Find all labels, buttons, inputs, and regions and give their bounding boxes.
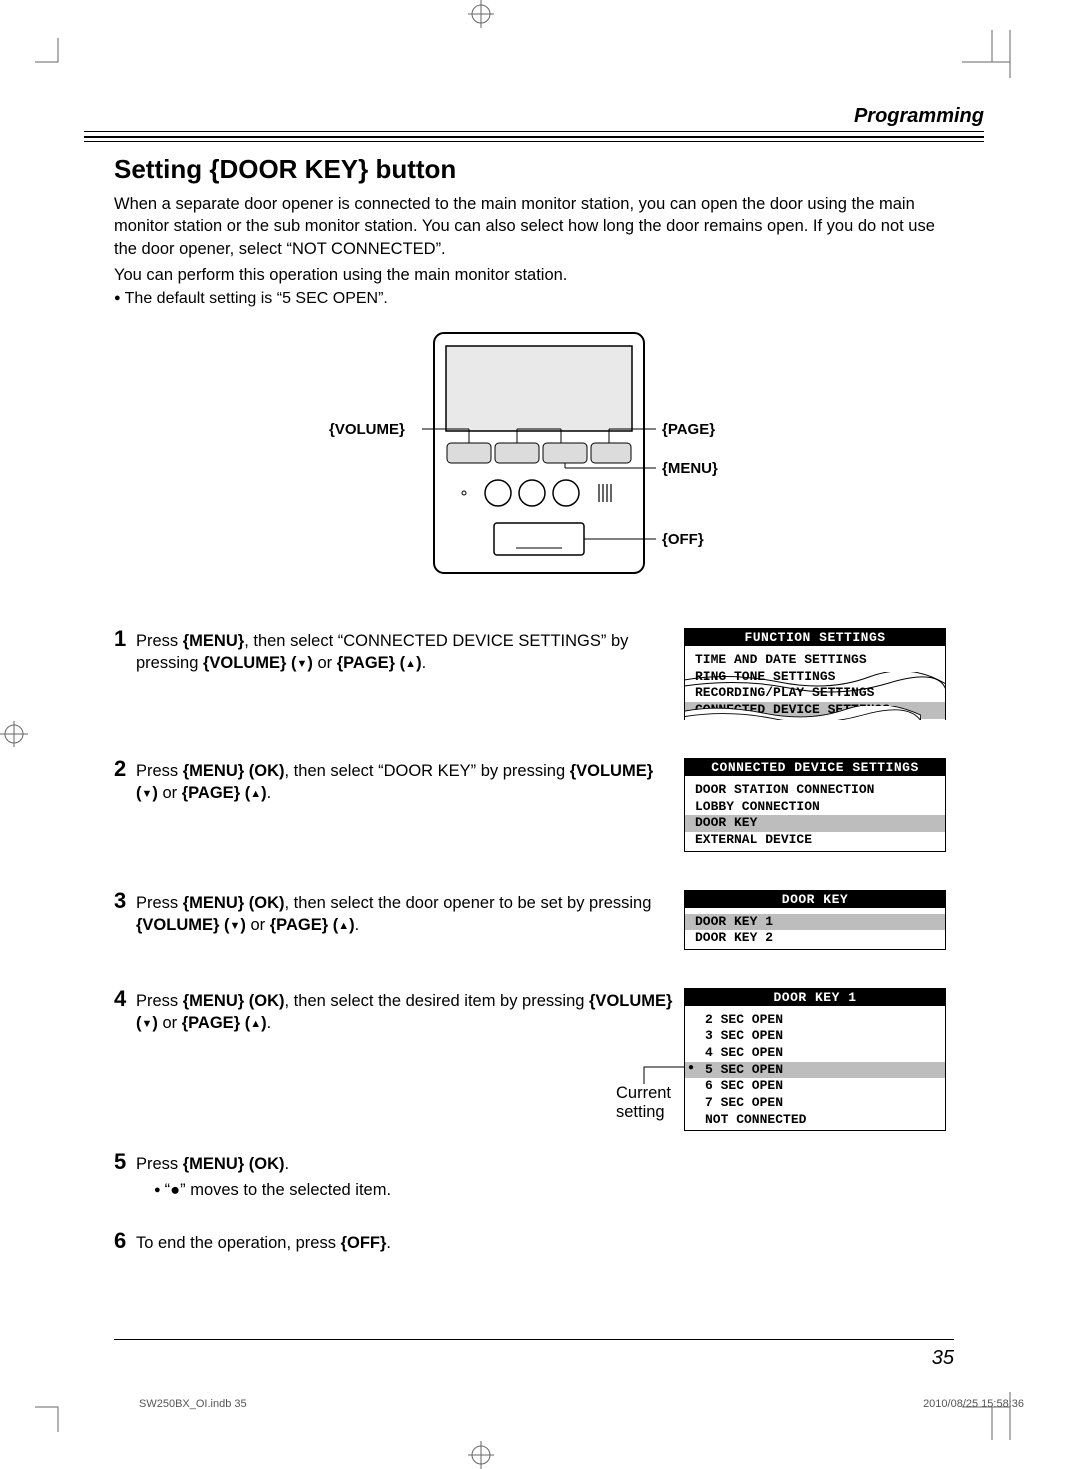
screen-3: DOOR KEY DOOR KEY 1 DOOR KEY 2 <box>684 890 954 950</box>
label-menu: {MENU} <box>662 460 718 477</box>
intro-p2: You can perform this operation using the… <box>114 264 954 286</box>
step-6: 6 To end the operation, press {OFF}. <box>114 1230 954 1254</box>
device-figure: {VOLUME} {PAGE} {MENU} {OFF} <box>254 328 814 588</box>
label-volume: {VOLUME} <box>329 421 405 438</box>
steps: 1 Press {MENU}, then select “CONNECTED D… <box>114 628 954 1254</box>
label-off: {OFF} <box>662 531 704 548</box>
content: Setting {DOOR KEY} button When a separat… <box>84 154 984 1254</box>
page-title: Setting {DOOR KEY} button <box>114 154 954 185</box>
section-header: Programming <box>84 105 984 128</box>
step-6-text: To end the operation, press {OFF}. <box>136 1230 954 1254</box>
rule <box>84 131 984 132</box>
step-3-text: Press {MENU} (OK), then select the door … <box>136 890 684 937</box>
current-setting-label: Current setting <box>616 1084 671 1122</box>
footer-right: 2010/08/25 15:58:36 <box>923 1398 1024 1410</box>
page: Programming Setting {DOOR KEY} button Wh… <box>84 30 984 1390</box>
step-5: 5 Press {MENU} (OK). “●” moves to the se… <box>114 1151 954 1202</box>
step-1-text: Press {MENU}, then select “CONNECTED DEV… <box>136 628 684 675</box>
footer-rule <box>114 1339 954 1340</box>
screen-2: CONNECTED DEVICE SETTINGS DOOR STATION C… <box>684 758 954 852</box>
step-2-text: Press {MENU} (OK), then select “DOOR KEY… <box>136 758 684 805</box>
label-page: {PAGE} <box>662 421 715 438</box>
step-4-text: Press {MENU} (OK), then select the desir… <box>136 988 684 1035</box>
step-5-text: Press {MENU} (OK). “●” moves to the sele… <box>136 1151 954 1202</box>
intro-note: The default setting is “5 SEC OPEN”. <box>114 290 954 308</box>
footer-left: SW250BX_OI.indb 35 <box>139 1398 247 1410</box>
screen-4: DOOR KEY 1 2 SEC OPEN 3 SEC OPEN 4 SEC O… <box>684 988 954 1131</box>
page-number: 35 <box>932 1347 954 1370</box>
rule-double <box>84 136 984 142</box>
step-1: 1 Press {MENU}, then select “CONNECTED D… <box>114 628 954 720</box>
step-2: 2 Press {MENU} (OK), then select “DOOR K… <box>114 758 954 852</box>
step-4: 4 Press {MENU} (OK), then select the des… <box>114 988 954 1131</box>
device-svg <box>254 328 814 588</box>
intro-p1: When a separate door opener is connected… <box>114 193 954 260</box>
step-3: 3 Press {MENU} (OK), then select the doo… <box>114 890 954 950</box>
screen-1: FUNCTION SETTINGS TIME AND DATE SETTINGS… <box>684 628 954 720</box>
